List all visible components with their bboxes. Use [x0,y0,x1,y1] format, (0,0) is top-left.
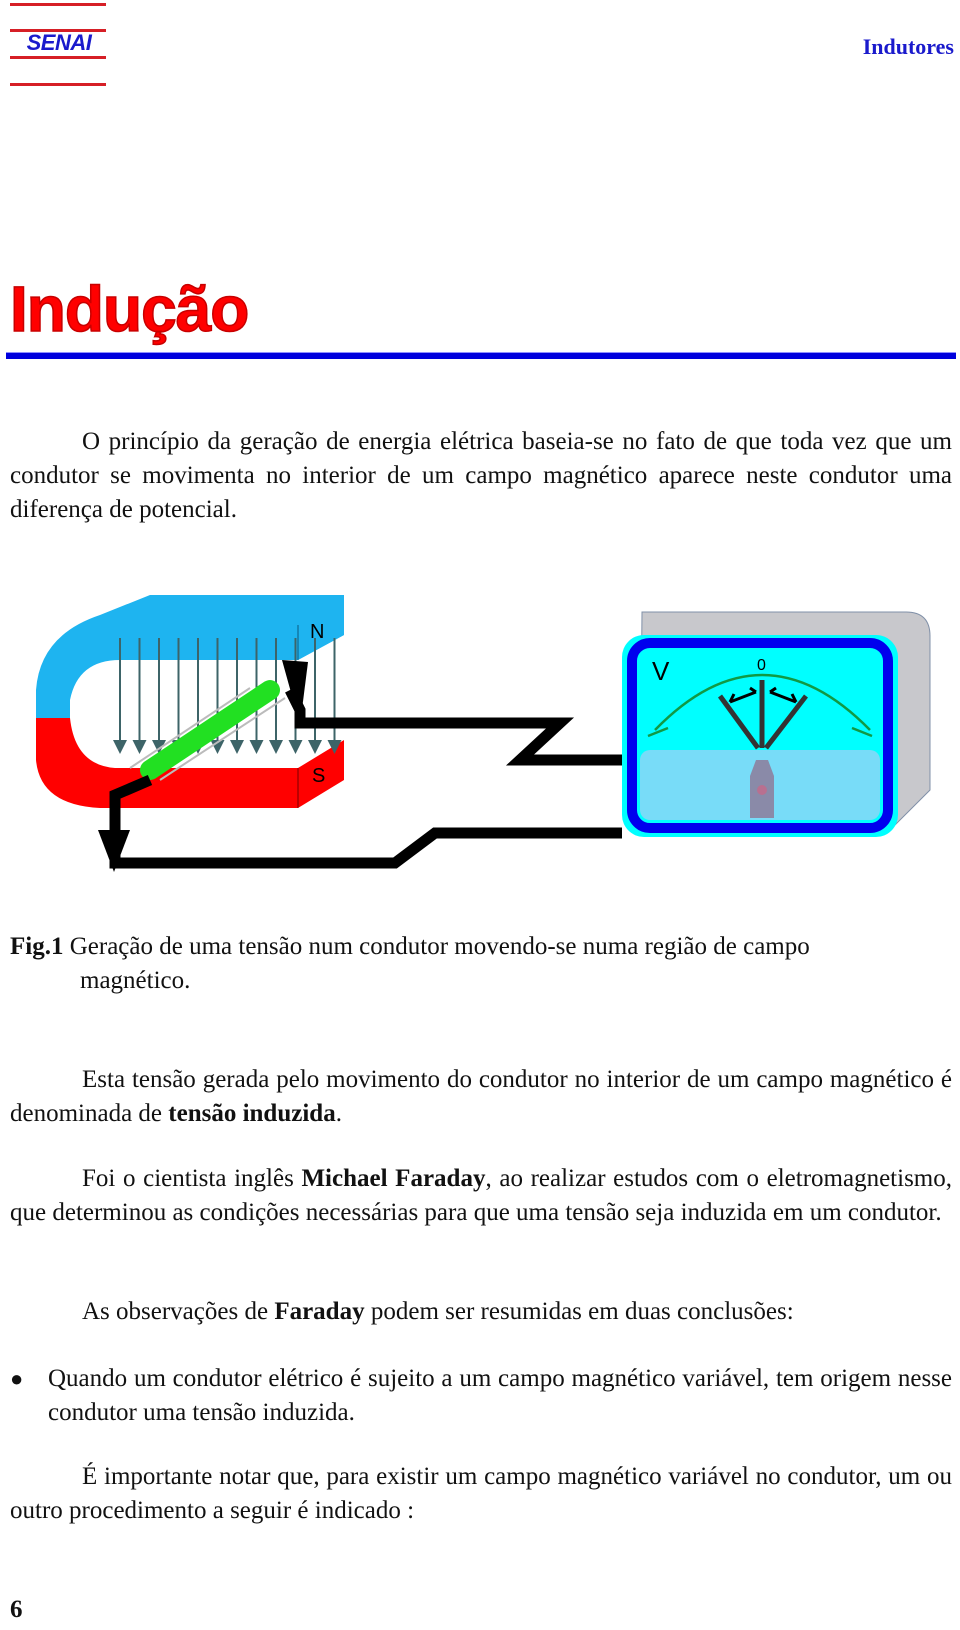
south-label: S [312,765,325,787]
field-arrowhead [269,740,283,754]
field-arrowhead [308,740,322,754]
paragraph-4: As observações de Faraday podem ser resu… [10,1295,952,1329]
paragraph-5-text: É importante notar que, para existir um … [10,1463,952,1524]
voltmeter: V 0 [622,611,931,837]
paragraph-5: É importante notar que, para existir um … [10,1460,952,1528]
bullet-item-1-text: Quando um condutor elétrico é sujeito a … [48,1365,952,1426]
induction-figure: N S V 0 [36,595,931,872]
title-rule [6,352,956,359]
logo-rule-3 [10,56,106,59]
figure-caption: Fig.1 Geração de uma tensão num condutor… [10,930,952,998]
field-arrowhead [132,740,147,754]
header-title: Indutores [862,34,954,59]
name-michael-faraday: Michael Faraday [301,1165,486,1192]
paragraph-1-text: O princípio da geração de energia elétri… [10,428,952,523]
senai-logo: SENAI [26,30,92,55]
paragraph-4-text: As observações de [82,1298,275,1325]
conductor [129,680,286,781]
paragraph-3-text: Foi o cientista inglês [82,1165,302,1192]
figure-caption-text-line2: magnético. [80,967,191,994]
field-arrowhead [288,740,303,754]
meter-zero-label: 0 [757,657,766,674]
paragraph-2-text: Esta tensão gerada pelo movimento do con… [10,1066,952,1127]
figure-caption-text: Geração de uma tensão num condutor moven… [69,933,810,960]
field-arrowhead [249,740,264,754]
section-title: Indução [9,272,250,346]
figure-number: Fig.1 [10,933,64,960]
paragraph-1: O princípio da geração de energia elétri… [10,425,952,527]
paragraph-4-rest: podem ser resumidas em duas conclusões: [364,1298,794,1325]
term-tensao-induzida: tensão induzida [168,1100,336,1127]
paragraph-3: Foi o cientista inglês Michael Faraday, … [10,1162,952,1230]
page-number: 6 [10,1596,23,1623]
field-arrowhead [113,740,127,754]
logo-rule-4 [10,83,106,86]
name-faraday: Faraday [274,1298,365,1325]
logo-rule-1 [10,3,106,6]
field-arrowhead [230,740,244,754]
bullet-icon: ● [10,1366,24,1391]
north-label: N [310,621,324,643]
bullet-item-1: ● Quando um condutor elétrico é sujeito … [10,1362,952,1430]
paragraph-2: Esta tensão gerada pelo movimento do con… [10,1063,952,1131]
paragraph-2-end: . [335,1100,342,1127]
meter-unit-label: V [652,656,670,686]
